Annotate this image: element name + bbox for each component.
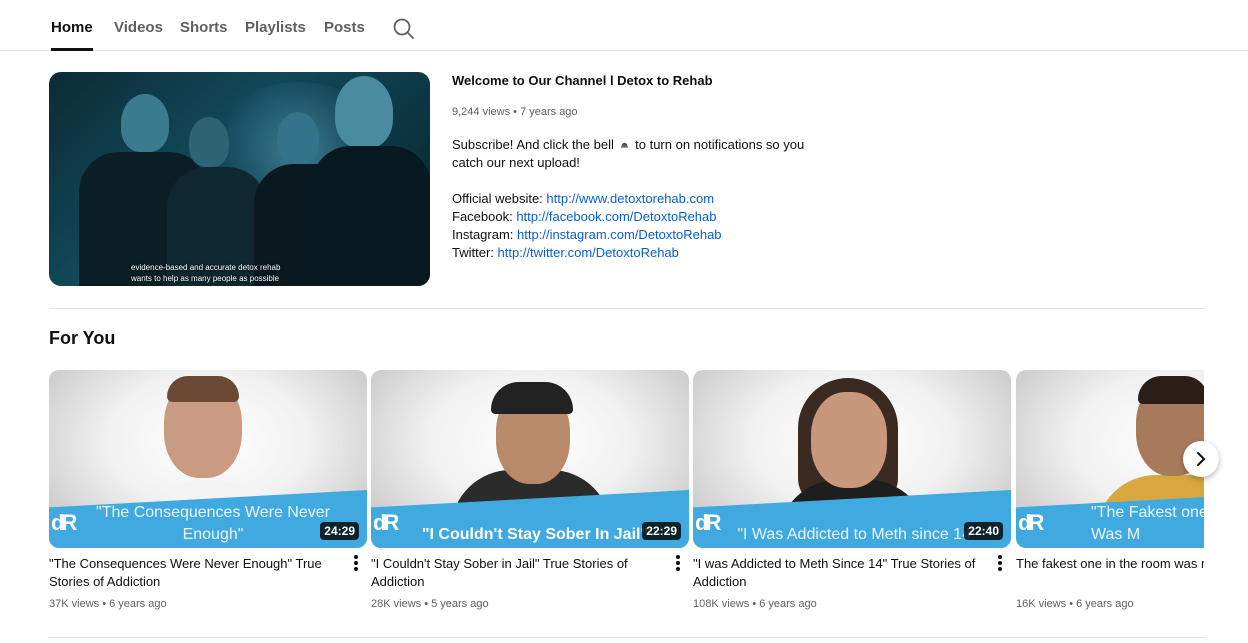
channel-logo-icon: dR [51,510,77,535]
featured-video-links: Official website: http://www.detoxtoreha… [452,191,722,260]
search-icon[interactable] [391,16,417,42]
video-thumbnail[interactable]: dR "The Consequences Were Never Enough" … [49,370,367,548]
channel-logo-icon: dR [373,510,399,535]
featured-video-title[interactable]: Welcome to Our Channel l Detox to Rehab [452,73,713,88]
more-options-icon[interactable] [671,554,685,574]
featured-video-meta: 9,244 views • 7 years ago [452,106,578,118]
channel-tabs: Home Videos Shorts Playlists Posts [0,0,1248,51]
twitter-link[interactable]: http://twitter.com/DetoxtoRehab [498,245,679,260]
video-thumbnail[interactable]: dR "I Couldn't Stay Sober In Jail" 22:29 [371,370,689,548]
featured-caption: evidence-based and accurate detox rehab … [131,263,281,283]
channel-logo-icon: dR [695,510,721,535]
featured-video-description: Subscribe! And click the bell to turn on… [452,136,805,170]
video-title[interactable]: "The Consequences Were Never Enough" Tru… [49,555,334,591]
video-duration: 22:40 [964,522,1003,540]
video-shelf: dR "The Consequences Were Never Enough" … [49,370,1204,620]
more-options-icon[interactable] [349,554,363,574]
channel-logo-icon: dR [1018,510,1044,535]
video-thumbnail[interactable]: dR "I Was Addicted to Meth since 14" 22:… [693,370,1011,548]
video-card[interactable]: dR "The Fakest one Room Was M The fakest… [1016,370,1204,610]
tab-videos[interactable]: Videos [114,19,163,51]
video-title[interactable]: The fakest one in the room was m Addicti… [1016,555,1204,573]
video-duration: 22:29 [642,522,681,540]
video-card[interactable]: dR "I Was Addicted to Meth since 14" 22:… [693,370,1011,610]
section-divider [49,308,1205,309]
tab-shorts[interactable]: Shorts [180,19,228,51]
video-meta: 108K views • 6 years ago [693,598,817,610]
section-divider [49,637,1205,638]
video-meta: 16K views • 6 years ago [1016,598,1134,610]
video-title[interactable]: "I was Addicted to Meth Since 14" True S… [693,555,978,591]
facebook-link[interactable]: http://facebook.com/DetoxtoRehab [516,209,716,224]
video-meta: 37K views • 6 years ago [49,598,167,610]
video-card[interactable]: dR "The Consequences Were Never Enough" … [49,370,367,610]
instagram-link[interactable]: http://instagram.com/DetoxtoRehab [517,227,722,242]
video-card[interactable]: dR "I Couldn't Stay Sober In Jail" 22:29… [371,370,689,610]
shelf-title: For You [49,328,116,348]
website-link[interactable]: http://www.detoxtorehab.com [546,191,714,206]
tab-posts[interactable]: Posts [324,19,365,51]
bell-icon [618,136,632,154]
video-thumbnail[interactable]: dR "The Fakest one Room Was M [1016,370,1204,548]
tab-playlists[interactable]: Playlists [245,19,306,51]
video-duration: 24:29 [320,522,359,540]
more-options-icon[interactable] [993,554,1007,574]
tab-home[interactable]: Home [51,19,93,51]
chevron-right-icon[interactable] [1183,441,1219,477]
video-title[interactable]: "I Couldn't Stay Sober in Jail" True Sto… [371,555,656,591]
featured-video-thumbnail[interactable]: evidence-based and accurate detox rehab … [49,72,430,286]
video-meta: 28K views • 5 years ago [371,598,489,610]
